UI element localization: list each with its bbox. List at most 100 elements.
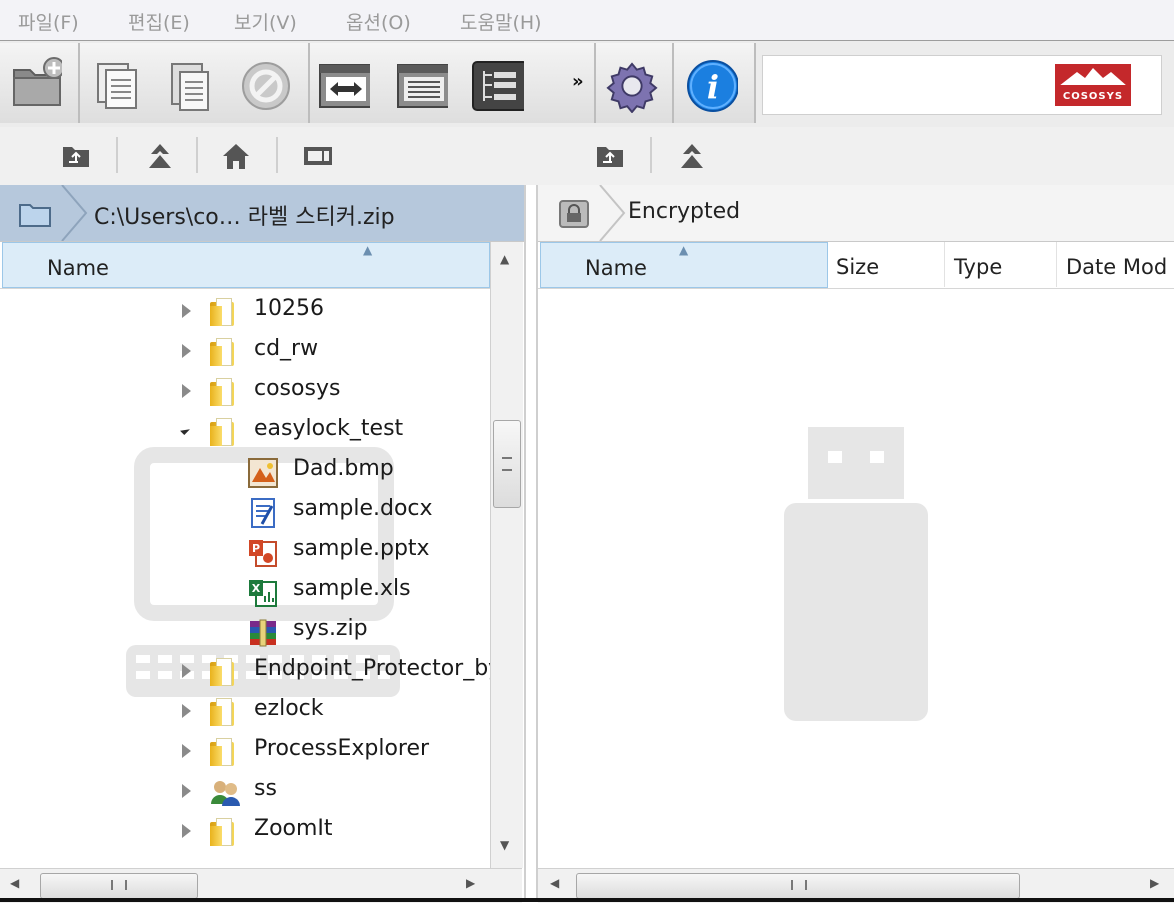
date-modified-column-label: Date Mod	[1066, 255, 1168, 279]
sync-button[interactable]	[318, 61, 370, 111]
menu-options[interactable]: 옵션(O)	[346, 8, 411, 35]
zip-file-icon	[248, 618, 276, 647]
left-vscroll-thumb[interactable]	[493, 420, 521, 508]
disable-icon	[242, 62, 290, 110]
tree-item-label: sys.zip	[293, 616, 368, 641]
left-home-button[interactable]	[218, 139, 254, 173]
paste-button[interactable]	[164, 61, 216, 111]
disable-button[interactable]	[240, 61, 292, 111]
tree-file-row[interactable]: Dad.bmp	[0, 452, 488, 490]
right-column-header: ▲ Name Size Type Date Mod	[538, 242, 1174, 289]
collapsed-arrow-icon[interactable]	[182, 784, 191, 798]
name-column-label: Name	[47, 256, 109, 280]
folder-icon	[210, 298, 236, 326]
new-folder-button[interactable]	[10, 57, 62, 107]
drive-icon	[304, 147, 332, 165]
type-header[interactable]: Type	[946, 242, 1057, 287]
right-up-folder-button[interactable]	[592, 139, 628, 173]
copy-button[interactable]	[92, 61, 144, 111]
menu-help[interactable]: 도움말(H)	[460, 8, 542, 35]
tree-folder-row[interactable]: ss	[0, 772, 488, 810]
date-modified-header[interactable]: Date Mod	[1058, 242, 1174, 287]
size-column-label: Size	[836, 255, 880, 279]
collapsed-arrow-icon[interactable]	[182, 704, 191, 718]
menu-edit[interactable]: 편집(E)	[128, 8, 190, 35]
tree-folder-row[interactable]: cososys	[0, 372, 488, 410]
root-icon	[149, 144, 171, 168]
left-up-folder-button[interactable]	[58, 139, 94, 173]
breadcrumb-chevron-icon	[61, 185, 88, 241]
menu-file[interactable]: 파일(F)	[18, 8, 79, 35]
tree-item-label: 10256	[254, 296, 324, 321]
left-drive-button[interactable]	[300, 139, 336, 173]
details-view-icon	[472, 61, 524, 111]
tree-folder-row[interactable]: easylock_test	[0, 412, 488, 450]
folder-icon	[19, 204, 51, 227]
settings-button[interactable]	[606, 61, 658, 113]
tree-item-label: sample.pptx	[293, 536, 430, 561]
tree-folder-row[interactable]: ProcessExplorer	[0, 732, 488, 770]
svg-text:X: X	[252, 582, 261, 595]
scroll-up-icon[interactable]: ▲	[500, 252, 509, 266]
left-name-header[interactable]: ▲ Name	[2, 242, 490, 288]
users-file-icon	[210, 778, 240, 806]
collapsed-arrow-icon[interactable]	[182, 344, 191, 358]
collapsed-arrow-icon[interactable]	[182, 384, 191, 398]
tree-item-label: ZoomIt	[254, 816, 333, 841]
right-root-button[interactable]	[674, 139, 710, 173]
scroll-left-icon[interactable]: ◀	[10, 876, 19, 890]
scroll-left-icon[interactable]: ◀	[550, 876, 559, 890]
right-name-header[interactable]: ▲ Name	[540, 242, 828, 288]
list-view-button[interactable]	[396, 61, 448, 111]
nav-separator	[116, 137, 118, 173]
up-folder-icon	[597, 147, 623, 167]
right-pane: Encrypted ▲ Name Size Type Date Mod ◀ ▶	[536, 185, 1174, 903]
toolbar-overflow-button[interactable]: »	[572, 71, 584, 92]
pptx-file-icon: P	[248, 538, 277, 567]
info-button[interactable]: i	[686, 60, 738, 112]
collapsed-arrow-icon[interactable]	[182, 664, 191, 678]
tree-file-row[interactable]: Psample.pptx	[0, 532, 488, 570]
scroll-right-icon[interactable]: ▶	[466, 876, 475, 890]
collapsed-arrow-icon[interactable]	[182, 824, 191, 838]
left-hscroll-thumb[interactable]	[40, 873, 198, 899]
collapsed-arrow-icon[interactable]	[182, 744, 191, 758]
tree-folder-row[interactable]: cd_rw	[0, 332, 488, 370]
tree-item-label: sample.xls	[293, 576, 411, 601]
sort-asc-icon: ▲	[679, 243, 689, 257]
folder-icon	[210, 658, 236, 686]
tree-file-row[interactable]: sys.zip	[0, 612, 488, 650]
scroll-right-icon[interactable]: ▶	[1150, 876, 1159, 890]
collapsed-arrow-icon[interactable]	[182, 304, 191, 318]
navigation-row	[0, 127, 1174, 185]
tree-folder-row[interactable]: 10256	[0, 292, 488, 330]
expanded-arrow-icon[interactable]	[180, 425, 190, 435]
folder-icon	[210, 378, 236, 406]
tree-folder-row[interactable]: ZoomIt	[0, 812, 488, 850]
tree-file-row[interactable]: Xsample.xls	[0, 572, 488, 610]
left-vertical-scrollbar[interactable]: ▲ ▼	[490, 242, 523, 868]
size-header[interactable]: Size	[828, 242, 945, 287]
tree-item-label: Dad.bmp	[293, 456, 394, 481]
details-view-button[interactable]	[472, 61, 524, 111]
xls-file-icon: X	[248, 578, 277, 607]
menu-bar: 파일(F) 편집(E) 보기(V) 옵션(O) 도움말(H)	[0, 0, 1174, 41]
menu-view[interactable]: 보기(V)	[234, 8, 297, 35]
cososys-logo: COSOSYS	[1055, 64, 1131, 106]
left-column-header: ▲ Name	[0, 242, 490, 289]
name-column-label: Name	[585, 256, 647, 280]
left-path-bar[interactable]: C:\Users\co… 라벨 스티커.zip	[0, 185, 524, 242]
sort-asc-icon: ▲	[363, 243, 373, 257]
right-hscroll-thumb[interactable]	[576, 873, 1020, 899]
usb-drive-watermark	[808, 427, 904, 499]
tree-folder-row[interactable]: Endpoint_Protector_by	[0, 652, 490, 690]
right-path-bar[interactable]: Encrypted	[538, 185, 1174, 242]
nav-separator	[196, 137, 198, 173]
tree-folder-row[interactable]: ezlock	[0, 692, 488, 730]
left-root-button[interactable]	[142, 139, 178, 173]
scroll-down-icon[interactable]: ▼	[500, 838, 509, 852]
nav-separator	[276, 137, 278, 173]
tree-item-label: cd_rw	[254, 336, 319, 361]
tree-file-row[interactable]: sample.docx	[0, 492, 488, 530]
file-list[interactable]	[538, 289, 1174, 868]
